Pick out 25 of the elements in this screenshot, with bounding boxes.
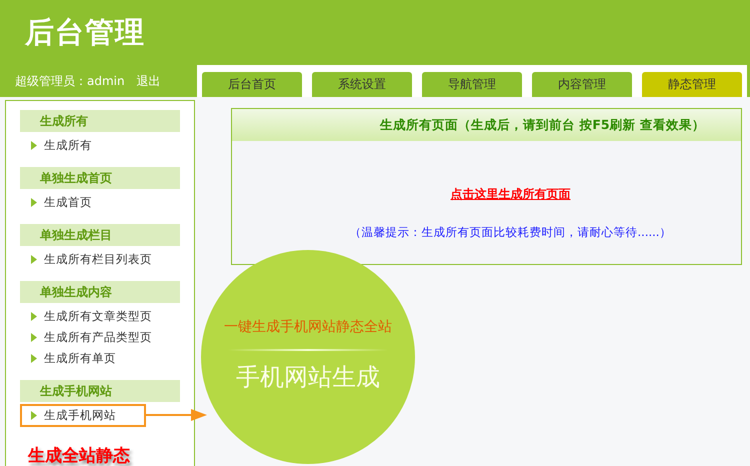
logo-text: 后台管理 <box>25 14 145 50</box>
hint-text: （温馨提示：生成所有页面比较耗费时间，请耐心等待......） <box>350 225 672 240</box>
group-header: 单独生成内容 <box>20 281 180 303</box>
nav-tab[interactable]: 导航管理 <box>422 72 522 97</box>
callout-text: 生成全站静态 <box>28 445 131 466</box>
group-header: 生成手机网站 <box>20 380 180 402</box>
menu-item[interactable]: 生成所有 <box>20 135 180 156</box>
badge-title: 手机网站生成 <box>236 362 380 393</box>
menu-item[interactable]: 生成所有产品类型页 <box>20 327 180 348</box>
menu-item[interactable]: 生成首页 <box>20 192 180 213</box>
group-header: 单独生成首页 <box>20 167 180 189</box>
menu-item[interactable]: 生成手机网站 <box>20 404 146 427</box>
nav-tab[interactable]: 内容管理 <box>532 72 632 97</box>
nav-tab[interactable]: 静态管理 <box>642 72 742 97</box>
menu-item[interactable]: 生成所有文章类型页 <box>20 306 180 327</box>
admin-label: 超级管理员：admin <box>15 72 125 90</box>
menu-item[interactable]: 生成所有单页 <box>20 348 180 369</box>
generate-link[interactable]: 点击这里生成所有页面 <box>450 186 570 203</box>
badge-tagline: 一键生成手机网站静态全站 <box>224 318 392 336</box>
menu-item[interactable]: 生成所有栏目列表页 <box>20 249 180 270</box>
group-header: 单独生成栏目 <box>20 224 180 246</box>
nav-tab[interactable]: 系统设置 <box>312 72 412 97</box>
panel-title: 生成所有页面（生成后，请到前台 按F5刷新 查看效果） <box>380 116 705 134</box>
group-header: 生成所有 <box>20 110 180 132</box>
nav-tab[interactable]: 后台首页 <box>202 72 302 97</box>
